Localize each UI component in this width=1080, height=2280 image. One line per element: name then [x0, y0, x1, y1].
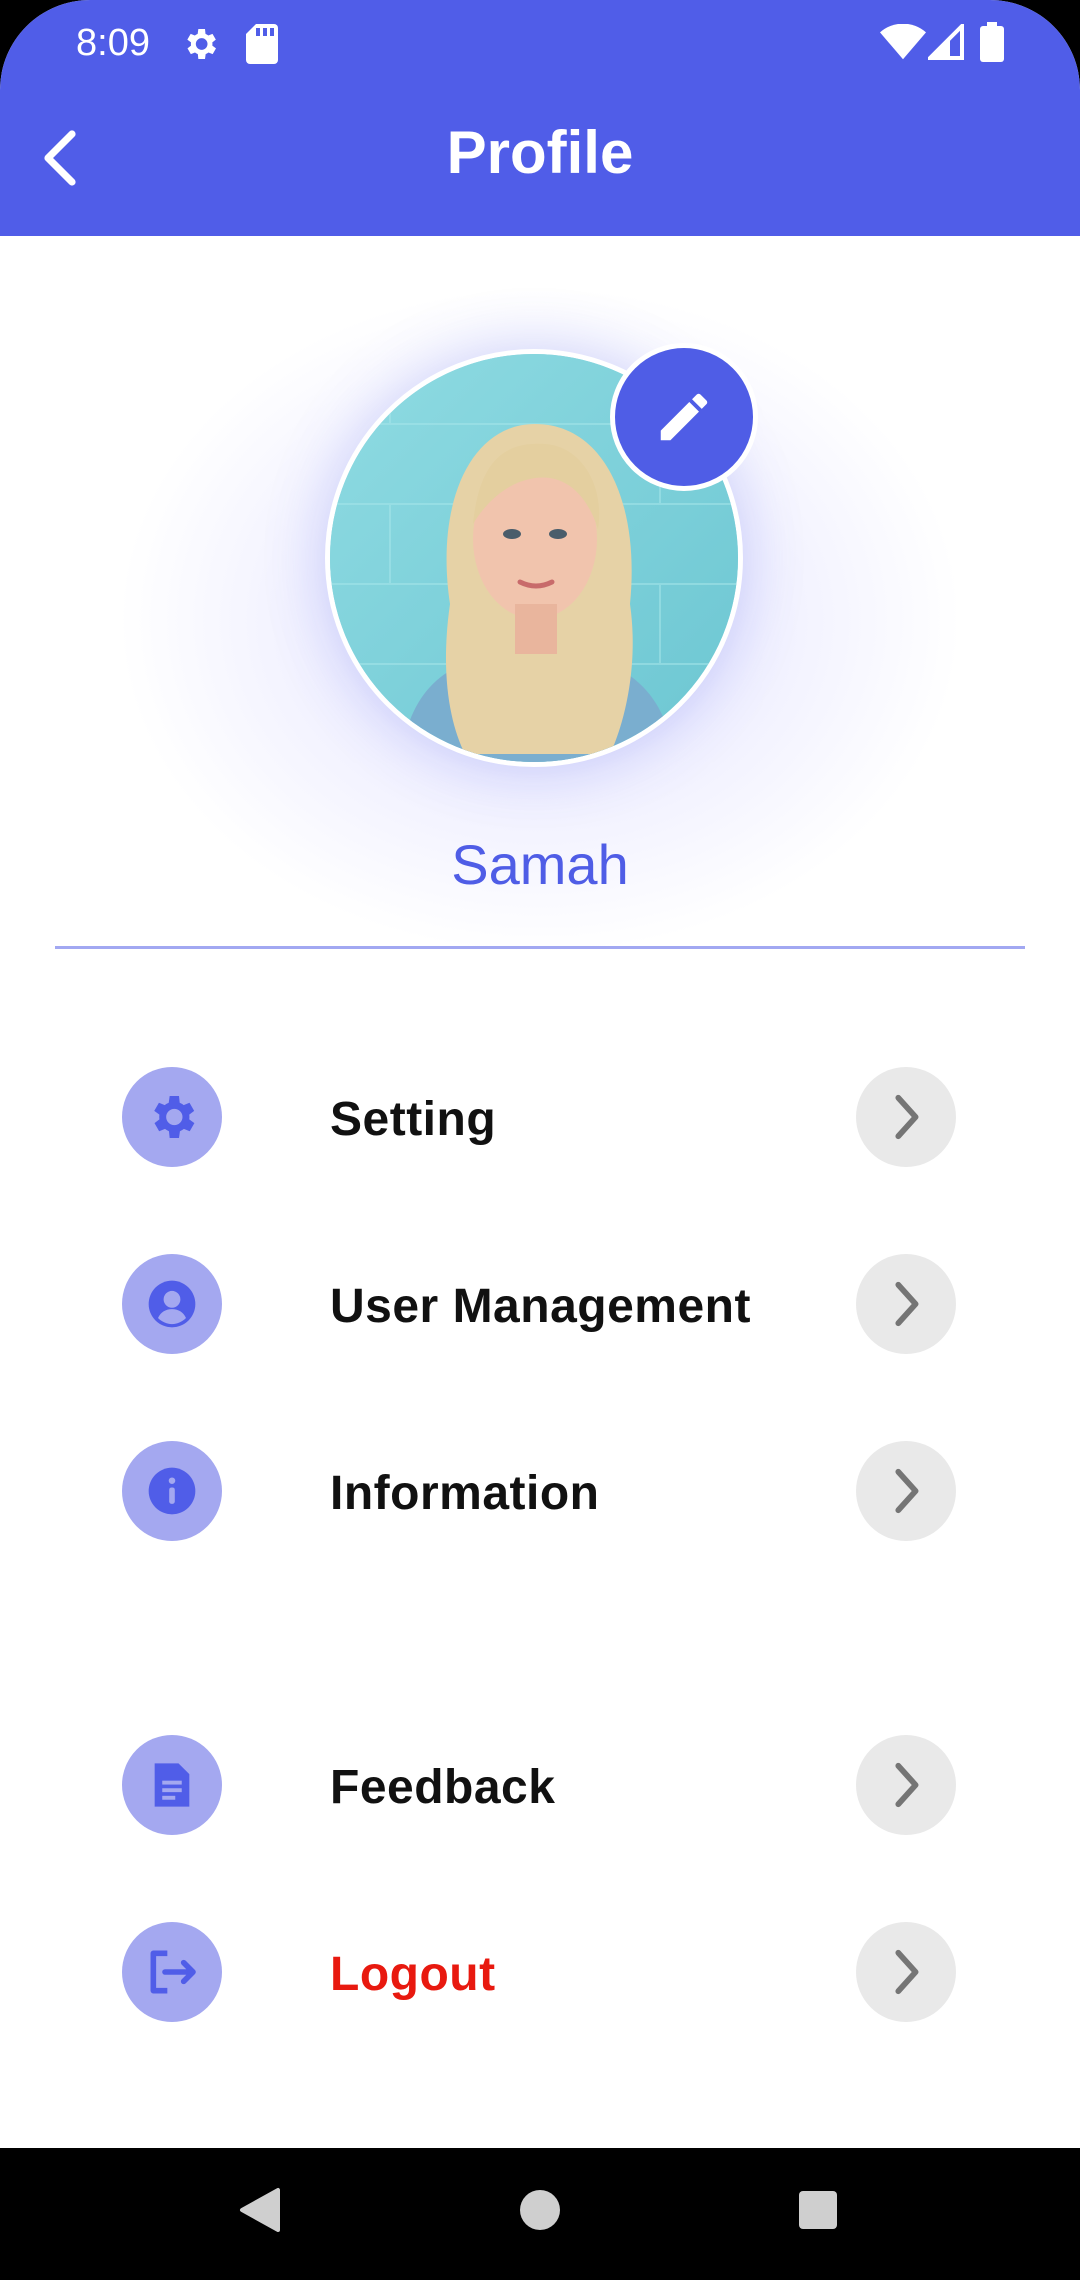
- menu-item-feedback[interactable]: Feedback: [0, 1730, 1080, 1840]
- document-icon: [122, 1735, 222, 1835]
- battery-icon: [980, 22, 1004, 67]
- menu-item-label: User Management: [330, 1280, 751, 1333]
- chevron-right-icon[interactable]: [856, 1735, 956, 1835]
- account-icon: [122, 1254, 222, 1354]
- menu-item-setting[interactable]: Setting: [0, 1062, 1080, 1172]
- wifi-icon: [880, 23, 926, 65]
- menu-item-information[interactable]: Information: [0, 1436, 1080, 1546]
- menu-item-logout[interactable]: Logout: [0, 1917, 1080, 2027]
- menu-item-label: Setting: [330, 1093, 497, 1146]
- menu-item-label: Logout: [330, 1948, 496, 2001]
- page-title: Profile: [446, 119, 634, 186]
- recents-square-icon[interactable]: [788, 2180, 848, 2240]
- user-name: Samah: [451, 833, 629, 896]
- divider: [55, 946, 1025, 949]
- logout-icon: [122, 1922, 222, 2022]
- system-nav-bar: [0, 2148, 1080, 2280]
- gear-icon: [122, 1067, 222, 1167]
- info-icon: [122, 1441, 222, 1541]
- menu-item-user-management[interactable]: User Management: [0, 1249, 1080, 1359]
- back-triangle-icon[interactable]: [230, 2180, 290, 2240]
- signal-icon: [925, 21, 964, 65]
- home-circle-icon[interactable]: [510, 2180, 570, 2240]
- edit-avatar-button[interactable]: [610, 343, 758, 491]
- chevron-right-icon[interactable]: [856, 1922, 956, 2022]
- chevron-right-icon[interactable]: [856, 1067, 956, 1167]
- pencil-icon: [660, 393, 708, 441]
- app-header: 8:09 Profile: [0, 0, 1080, 236]
- chevron-right-icon[interactable]: [856, 1441, 956, 1541]
- menu-item-label: Feedback: [330, 1761, 556, 1814]
- app-screen: 8:09 Profile Samah Setting User Manageme…: [0, 0, 1080, 2280]
- sd-card-icon: [246, 24, 278, 69]
- menu-item-label: Information: [330, 1467, 600, 1520]
- settings-icon: [180, 24, 220, 69]
- status-time: 8:09: [76, 22, 150, 64]
- chevron-right-icon[interactable]: [856, 1254, 956, 1354]
